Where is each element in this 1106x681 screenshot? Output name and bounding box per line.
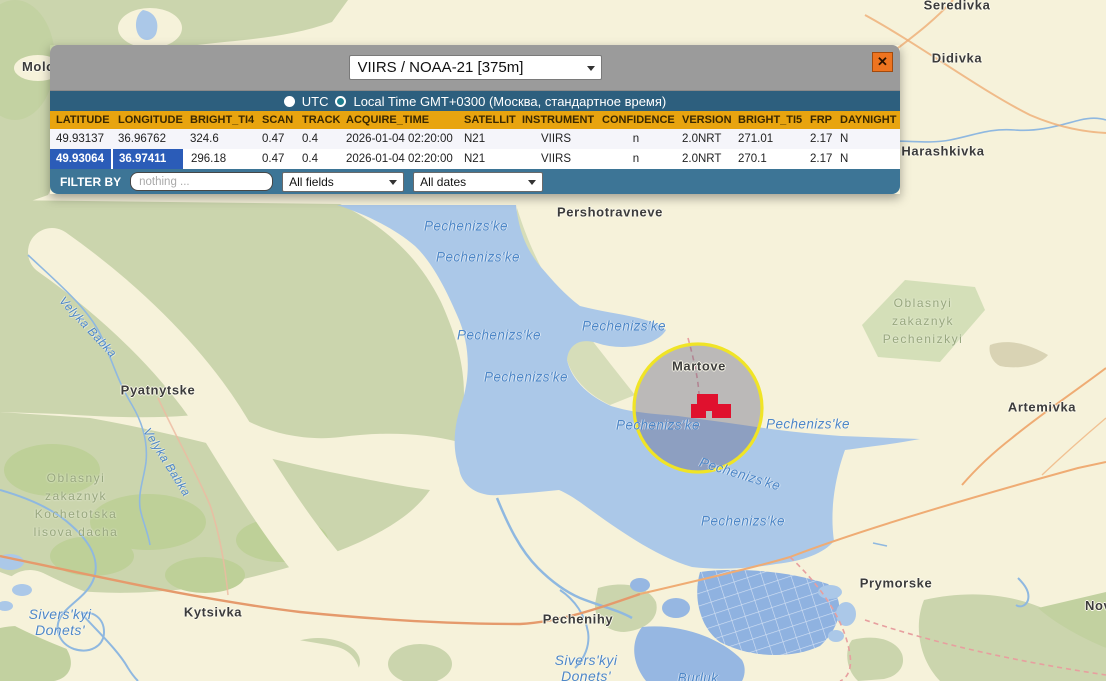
filter-bar: FILTER BY All fields All dates [50,169,900,194]
col-daynight[interactable]: DAYNIGHT [834,111,900,129]
cell-frp: 2.17 [804,149,834,169]
col-longitude[interactable]: LONGITUDE [112,111,184,129]
cell-daynight: N [834,129,900,149]
cell-instrument: VIIRS [516,149,596,169]
source-select-wrap: VIIRS / NOAA-21 [375m] [349,55,602,80]
cell-daynight: N [834,149,900,169]
filter-fields-select[interactable]: All fields [282,172,404,192]
cell-scan: 0.47 [256,129,296,149]
cell-confidence: n [596,129,676,149]
cell-confidence: n [596,149,676,169]
cell-acquire-time: 2026-01-04 02:20:00 [340,129,458,149]
time-mode-bar: UTC Local Time GMT+0300 (Москва, стандар… [50,91,900,111]
table-row[interactable]: 49.93137 36.96762 324.6 0.47 0.4 2026-01… [50,129,900,149]
close-button[interactable]: ✕ [872,52,893,72]
cell-bright-ti4: 324.6 [184,129,256,149]
cell-satellite: N21 [458,149,516,169]
cell-scan: 0.47 [256,149,296,169]
cell-bright-ti4: 296.18 [184,149,256,169]
cell-latitude-selected[interactable]: 49.93064 [50,149,112,169]
cell-satellite: N21 [458,129,516,149]
cell-track: 0.4 [296,129,340,149]
col-scan[interactable]: SCAN [256,111,296,129]
filter-text-input[interactable] [130,172,273,191]
satellite-source-select[interactable]: VIIRS / NOAA-21 [375m] [349,55,602,80]
panel-header: VIIRS / NOAA-21 [375m] ✕ [50,45,900,91]
cell-latitude[interactable]: 49.93137 [50,129,112,149]
fields-select-wrap: All fields [282,172,404,192]
utc-radio[interactable] [284,96,295,107]
local-time-radio[interactable] [335,96,346,107]
cell-bright-ti5: 271.01 [732,129,804,149]
cell-acquire-time: 2026-01-04 02:20:00 [340,149,458,169]
table-header-row: LATITUDE LONGITUDE BRIGHT_TI4 SCAN TRACK… [50,111,900,129]
cell-longitude[interactable]: 36.96762 [112,129,184,149]
col-confidence[interactable]: CONFIDENCE [596,111,676,129]
cell-longitude-selected[interactable]: 36.97411 [112,149,184,169]
dates-select-wrap: All dates [413,172,543,192]
local-time-radio-label[interactable]: Local Time GMT+0300 (Москва, стандартное… [353,94,666,109]
firms-detection-panel: VIIRS / NOAA-21 [375m] ✕ UTC Local Time … [50,45,900,194]
table-row-selected[interactable]: 49.93064 36.97411 296.18 0.47 0.4 2026-0… [50,149,900,169]
col-latitude[interactable]: LATITUDE [50,111,112,129]
cell-track: 0.4 [296,149,340,169]
col-track[interactable]: TRACK [296,111,340,129]
cell-bright-ti5: 270.1 [732,149,804,169]
col-bright-ti5[interactable]: BRIGHT_TI5 [732,111,804,129]
filter-dates-select[interactable]: All dates [413,172,543,192]
fire-detections-table: LATITUDE LONGITUDE BRIGHT_TI4 SCAN TRACK… [50,111,900,169]
utc-radio-label[interactable]: UTC [302,94,329,109]
col-satellite[interactable]: SATELLITE [458,111,516,129]
filter-by-label: FILTER BY [60,175,121,189]
col-acquire-time[interactable]: ACQUIRE_TIME [340,111,458,129]
col-instrument[interactable]: INSTRUMENT [516,111,596,129]
cell-version: 2.0NRT [676,149,732,169]
cell-instrument: VIIRS [516,129,596,149]
col-bright-ti4[interactable]: BRIGHT_TI4 [184,111,256,129]
col-version[interactable]: VERSION [676,111,732,129]
col-frp[interactable]: FRP [804,111,834,129]
cell-version: 2.0NRT [676,129,732,149]
map-viewport[interactable]: Seredivka Didivka Molo Harashkivka Persh… [0,0,1106,681]
cell-frp: 2.17 [804,129,834,149]
